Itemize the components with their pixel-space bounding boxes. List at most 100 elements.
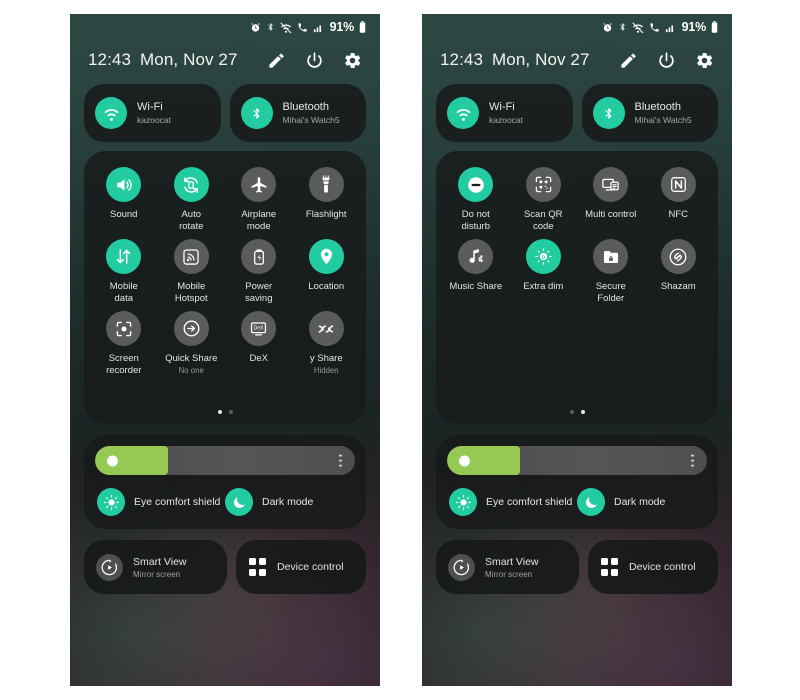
brightness-slider[interactable]	[95, 446, 355, 475]
edit-pencil-icon[interactable]	[619, 51, 638, 70]
bluetooth-tile[interactable]: Bluetooth Mihai's Watch5	[229, 84, 366, 142]
quick-tile-label: Power saving	[245, 281, 273, 304]
power-icon[interactable]	[305, 51, 324, 70]
signal-bars-icon	[665, 22, 676, 33]
connectivity-row: Wi-Fi kazoocat Bluetooth Mihai's Watch5	[70, 76, 380, 142]
quick-tile-label: Multi control	[585, 209, 637, 220]
page-dot[interactable]	[217, 410, 222, 414]
smart-view-sublabel: Mirror screen	[485, 569, 533, 579]
quick-tile[interactable]: Secure Folder	[577, 235, 645, 305]
settings-gear-icon[interactable]	[343, 51, 362, 70]
quick-tile[interactable]: Scan QR code	[510, 163, 578, 233]
edit-pencil-icon[interactable]	[267, 51, 286, 70]
brightness-card: Eye comfort shield Dark mode	[436, 435, 718, 529]
settings-gear-icon[interactable]	[695, 51, 714, 70]
svg-text:DeX: DeX	[254, 326, 264, 332]
brightness-card: Eye comfort shield Dark mode	[84, 435, 366, 529]
quick-tile-label: y Share	[309, 353, 343, 364]
quick-tile[interactable]: Mobile data	[90, 235, 158, 305]
quick-tile[interactable]: DeX DeX	[225, 307, 293, 377]
smart-view-tile[interactable]: Smart View Mirror screen	[436, 540, 579, 594]
quick-tile[interactable]: Music Share	[442, 235, 510, 305]
wifi-icon	[631, 21, 644, 33]
more-vertical-icon[interactable]	[691, 454, 694, 467]
quick-tile-label: Mobile Hotspot	[174, 281, 208, 304]
device-control-tile[interactable]: Device control	[235, 540, 366, 594]
quick-tile[interactable]: Flashlight	[293, 163, 361, 233]
wifi-tile[interactable]: Wi-Fi kazoocat	[84, 84, 221, 142]
alarm-icon	[602, 22, 613, 33]
power-icon[interactable]	[657, 51, 676, 70]
battery-icon	[711, 21, 718, 33]
quick-tile-label: Sound	[110, 209, 138, 220]
quick-tile[interactable]: NFC	[645, 163, 713, 233]
screenshot-canvas: 91% 12:43 Mon, Nov 27 Wi-Fi kazoocat Blu…	[0, 0, 800, 700]
quick-tile[interactable]: Quick Share No one	[158, 307, 226, 377]
device-control-tile[interactable]: Device control	[587, 540, 718, 594]
quick-tile[interactable]: Power saving	[225, 235, 293, 305]
smart-view-label: Smart View	[133, 555, 187, 568]
more-vertical-icon[interactable]	[339, 454, 342, 467]
do-not-disturb-icon	[458, 167, 494, 202]
wifi-icon	[279, 21, 292, 33]
dark-mode-toggle[interactable]: Dark mode	[577, 488, 705, 516]
svg-text:D: D	[542, 254, 546, 260]
brightness-slider[interactable]	[447, 446, 707, 475]
quick-tile[interactable]: y Share Hidden	[293, 307, 361, 377]
eye-comfort-shield-toggle[interactable]: Eye comfort shield	[97, 488, 225, 516]
wifi-icon	[95, 97, 127, 129]
battery-icon	[359, 21, 366, 33]
quick-tile[interactable]: Sound	[90, 163, 158, 233]
header-actions	[267, 51, 364, 70]
page-indicator	[90, 410, 360, 420]
wifi-network-name: kazoocat	[489, 115, 524, 125]
power-saving-icon	[241, 239, 277, 274]
device-control-label: Device control	[277, 561, 344, 573]
bluetooth-label: Bluetooth	[282, 101, 329, 113]
multi-control-icon	[593, 167, 629, 202]
clock-time: 12:43	[88, 50, 132, 69]
quick-tile-label: Shazam	[660, 281, 696, 292]
dark-mode-toggle[interactable]: Dark mode	[225, 488, 353, 516]
signal-bars-icon	[313, 22, 324, 33]
quick-tile[interactable]: Airplane mode	[225, 163, 293, 233]
bluetooth-text: Bluetooth Mihai's Watch5	[635, 100, 692, 126]
page-dot[interactable]	[569, 410, 574, 414]
quick-panel-page-two: 91% 12:43 Mon, Nov 27 Wi-Fi kazoocat Blu…	[422, 14, 732, 686]
nfc-icon	[660, 167, 696, 202]
moon-icon	[577, 488, 605, 516]
dex-icon: DeX	[241, 311, 277, 346]
quick-tile[interactable]: Screen recorder	[90, 307, 158, 377]
wifi-icon	[447, 97, 479, 129]
device-control-content: Device control	[236, 558, 344, 576]
quick-tile[interactable]: Multi control	[577, 163, 645, 233]
location-pin-icon	[308, 239, 344, 274]
clock: 12:43 Mon, Nov 27	[440, 50, 590, 70]
hotspot-icon	[173, 239, 209, 274]
page-dot[interactable]	[580, 410, 585, 414]
quick-tile[interactable]: Auto rotate	[158, 163, 226, 233]
clock: 12:43 Mon, Nov 27	[88, 50, 238, 70]
auto-rotate-icon	[173, 167, 209, 202]
page-dot[interactable]	[228, 410, 233, 414]
quick-tile[interactable]: D Extra dim	[510, 235, 578, 305]
wifi-network-name: kazoocat	[137, 115, 172, 125]
wifi-label: Wi-Fi	[137, 101, 163, 113]
bluetooth-label: Bluetooth	[634, 101, 681, 113]
quick-tile[interactable]: Do not disturb	[442, 163, 510, 233]
extra-dim-icon: D	[525, 239, 561, 274]
eye-comfort-shield-toggle[interactable]: Eye comfort shield	[449, 488, 577, 516]
bluetooth-tile[interactable]: Bluetooth Mihai's Watch5	[581, 84, 718, 142]
brightness-sun-icon	[107, 455, 118, 466]
quick-tile-label: Quick Share	[165, 353, 218, 364]
quick-tile[interactable]: Shazam	[645, 235, 713, 305]
quick-tile[interactable]: Location	[293, 235, 361, 305]
quick-tile[interactable]: Mobile Hotspot	[158, 235, 226, 305]
dark-mode-label: Dark mode	[262, 496, 314, 508]
wifi-tile[interactable]: Wi-Fi kazoocat	[436, 84, 573, 142]
quick-tile-label: Do not disturb	[461, 209, 490, 232]
music-share-icon	[458, 239, 494, 274]
quick-tiles-grid: Do not disturb Scan QR code Multi control NFC…	[442, 163, 712, 305]
smart-view-tile[interactable]: Smart View Mirror screen	[84, 540, 227, 594]
header-actions	[619, 51, 716, 70]
